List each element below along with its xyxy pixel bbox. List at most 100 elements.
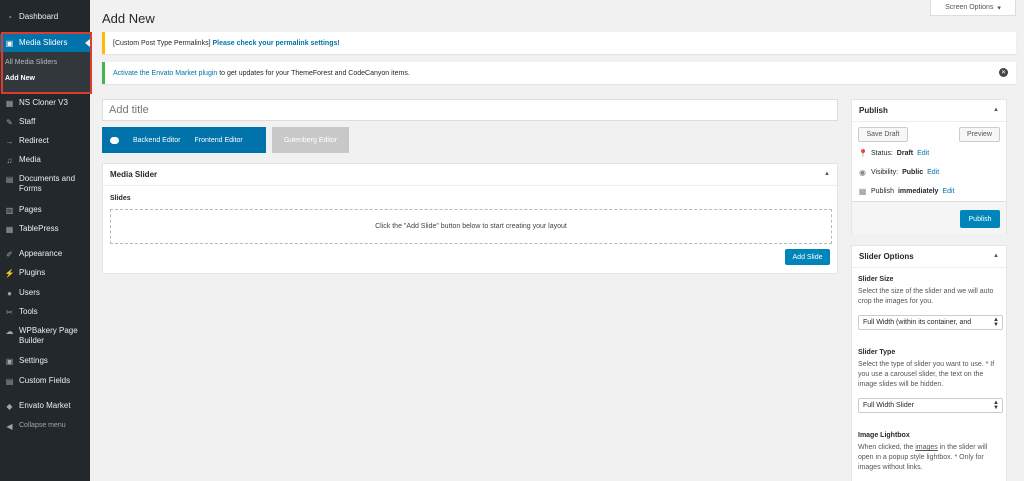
- permalink-notice-text: [Custom Post Type Permalinks]: [113, 39, 211, 47]
- sidebar-item-dashboard[interactable]: ◔ Dashboard: [0, 11, 90, 23]
- slider-size-value: Full Width (within its container, and: [863, 319, 972, 326]
- collapse-menu-button[interactable]: ◀ Collapse menu: [0, 420, 90, 432]
- slider-options-postbox: Slider Options ▲ Slider Size Select the …: [851, 245, 1007, 481]
- sidebar-item-media[interactable]: ♫ Media: [0, 154, 90, 166]
- save-draft-button[interactable]: Save Draft: [858, 127, 908, 142]
- documents-icon: ▤: [5, 175, 14, 184]
- envato-notice: Activate the Envato Market plugin to get…: [102, 62, 1016, 84]
- post-title-input[interactable]: Add title: [102, 99, 838, 121]
- visibility-row: ◉ Visibility: Public Edit: [858, 168, 939, 177]
- sidebar-item-settings[interactable]: ▣ Settings: [0, 355, 90, 367]
- redirect-arrow-icon: →: [5, 136, 14, 146]
- media-icon: ♫: [6, 155, 13, 165]
- editor-switch-buttons: Backend Editor Frontend Editor Gutenberg…: [102, 127, 349, 153]
- edit-status-link[interactable]: Edit: [917, 150, 929, 157]
- sidebar-item-staff[interactable]: ✎ Staff: [0, 116, 90, 128]
- sidebar-item-pages[interactable]: ▥ Pages: [0, 204, 90, 216]
- sidebar-item-tablepress[interactable]: ▦ TablePress: [0, 223, 90, 235]
- collapse-toggle-icon[interactable]: ▲: [824, 171, 830, 177]
- status-value: Draft: [896, 150, 914, 157]
- visibility-value: Public: [902, 169, 924, 176]
- visibility-label: Visibility:: [871, 169, 899, 176]
- slider-type-value: Full Width Slider: [863, 402, 914, 409]
- sidebar-item-envato-market[interactable]: ◆ Envato Market: [0, 400, 90, 412]
- slides-empty-text: Click the "Add Slide" button below to st…: [375, 223, 567, 230]
- image-lightbox-description: When clicked, the images in the slider w…: [858, 443, 1003, 473]
- caret-down-icon: ▾: [997, 4, 1001, 12]
- sidebar-item-plugins[interactable]: ⚡ Plugins: [0, 267, 90, 279]
- collapse-toggle-icon[interactable]: ▲: [993, 253, 999, 259]
- status-label: Status:: [871, 150, 893, 157]
- edit-schedule-link[interactable]: Edit: [942, 188, 954, 195]
- slider-size-description: Select the size of the slider and we wil…: [858, 288, 994, 305]
- media-slider-heading: Media Slider: [110, 170, 158, 179]
- add-slide-button[interactable]: Add Slide: [785, 249, 830, 265]
- slider-options-heading: Slider Options: [859, 252, 914, 261]
- highlight-annotation-box: [1, 32, 92, 94]
- pin-icon: 📍: [858, 149, 868, 158]
- sidebar-item-ns-cloner[interactable]: ▦ NS Cloner V3: [0, 97, 90, 109]
- status-row: 📍 Status: Draft Edit: [858, 149, 929, 158]
- slider-type-title: Slider Type: [858, 349, 896, 356]
- slider-size-title: Slider Size: [858, 276, 894, 283]
- tablepress-icon: ▦: [5, 224, 14, 234]
- sidebar-item-tools[interactable]: ✂ Tools: [0, 306, 90, 318]
- publish-button[interactable]: Publish: [960, 210, 1000, 228]
- collapse-icon: ◀: [6, 421, 13, 431]
- envato-notice-text: to get updates for your ThemeForest and …: [219, 69, 410, 77]
- screen-options-button[interactable]: Screen Options ▾: [930, 0, 1016, 16]
- collapse-toggle-icon[interactable]: ▲: [993, 107, 999, 113]
- publish-header[interactable]: Publish ▲: [852, 100, 1006, 122]
- calendar-icon: ▦: [858, 187, 867, 196]
- staff-icon: ✎: [6, 117, 13, 127]
- schedule-value: immediately: [897, 188, 939, 195]
- screen-options-label: Screen Options: [945, 4, 994, 11]
- users-icon: ●: [7, 288, 12, 298]
- schedule-label: Publish: [871, 188, 894, 195]
- publish-heading: Publish: [859, 106, 888, 115]
- appearance-brush-icon: ✐: [6, 249, 13, 259]
- slides-dropzone: Click the "Add Slide" button below to st…: [110, 209, 832, 244]
- eye-icon: ◉: [859, 168, 866, 177]
- sidebar-item-wpbakery[interactable]: ☁ WPBakery Page Builder: [0, 326, 90, 348]
- gutenberg-editor-button[interactable]: Gutenberg Editor: [272, 127, 349, 153]
- page-title: Add New: [102, 11, 155, 26]
- slider-size-select[interactable]: Full Width (within its container, and ▲ ▼: [858, 315, 1003, 330]
- settings-icon: ▣: [5, 356, 14, 366]
- main-content: Add New Screen Options ▾ [Custom Post Ty…: [90, 0, 1024, 481]
- publish-actions: Publish: [852, 201, 1006, 234]
- admin-sidebar: ◔ Dashboard ▣ Media Sliders All Media Sl…: [0, 0, 92, 481]
- wpbakery-label-line1: WPBakery Page: [19, 326, 78, 335]
- backend-editor-button[interactable]: Backend Editor: [133, 137, 180, 144]
- preview-button[interactable]: Preview: [959, 127, 1000, 142]
- edit-visibility-link[interactable]: Edit: [927, 169, 939, 176]
- image-lightbox-title: Image Lightbox: [858, 432, 910, 439]
- sidebar-item-redirect[interactable]: → Redirect: [0, 135, 90, 147]
- select-arrows-icon: ▲ ▼: [993, 317, 999, 328]
- select-arrows-icon: ▲ ▼: [993, 400, 999, 411]
- media-slider-postbox: Media Slider ▲ Slides Click the "Add Sli…: [102, 163, 838, 274]
- dismiss-notice-icon[interactable]: ✕: [999, 68, 1008, 77]
- activate-envato-link[interactable]: Activate the Envato Market plugin: [113, 70, 217, 77]
- slider-options-header[interactable]: Slider Options ▲: [852, 246, 1006, 268]
- slides-label: Slides: [110, 195, 131, 202]
- media-slider-header[interactable]: Media Slider ▲: [103, 164, 837, 186]
- tools-wrench-icon: ✂: [6, 307, 13, 317]
- backend-frontend-editor-group: Backend Editor Frontend Editor: [102, 127, 266, 153]
- permalink-settings-link[interactable]: Please check your permalink settings!: [212, 40, 339, 47]
- pages-icon: ▥: [5, 205, 14, 215]
- plugins-icon: ⚡: [4, 268, 15, 278]
- slider-type-select[interactable]: Full Width Slider ▲ ▼: [858, 398, 1003, 413]
- sidebar-item-appearance[interactable]: ✐ Appearance: [0, 248, 90, 260]
- cloner-icon: ▦: [5, 98, 14, 108]
- permalink-notice: [Custom Post Type Permalinks] Please che…: [102, 32, 1016, 54]
- sidebar-item-custom-fields[interactable]: ▤ Custom Fields: [0, 375, 90, 387]
- documents-label-line1: Documents and: [19, 174, 76, 183]
- sidebar-item-documents-forms[interactable]: ▤ Documents and Forms: [0, 174, 90, 196]
- lightbox-desc-pre: When clicked, the: [858, 444, 916, 451]
- custom-fields-icon: ▤: [5, 376, 14, 386]
- sidebar-item-users[interactable]: ● Users: [0, 287, 90, 299]
- schedule-row: ▦ Publish immediately Edit: [858, 187, 955, 196]
- wpbakery-icon: ☁: [5, 327, 14, 336]
- frontend-editor-button[interactable]: Frontend Editor: [194, 137, 242, 144]
